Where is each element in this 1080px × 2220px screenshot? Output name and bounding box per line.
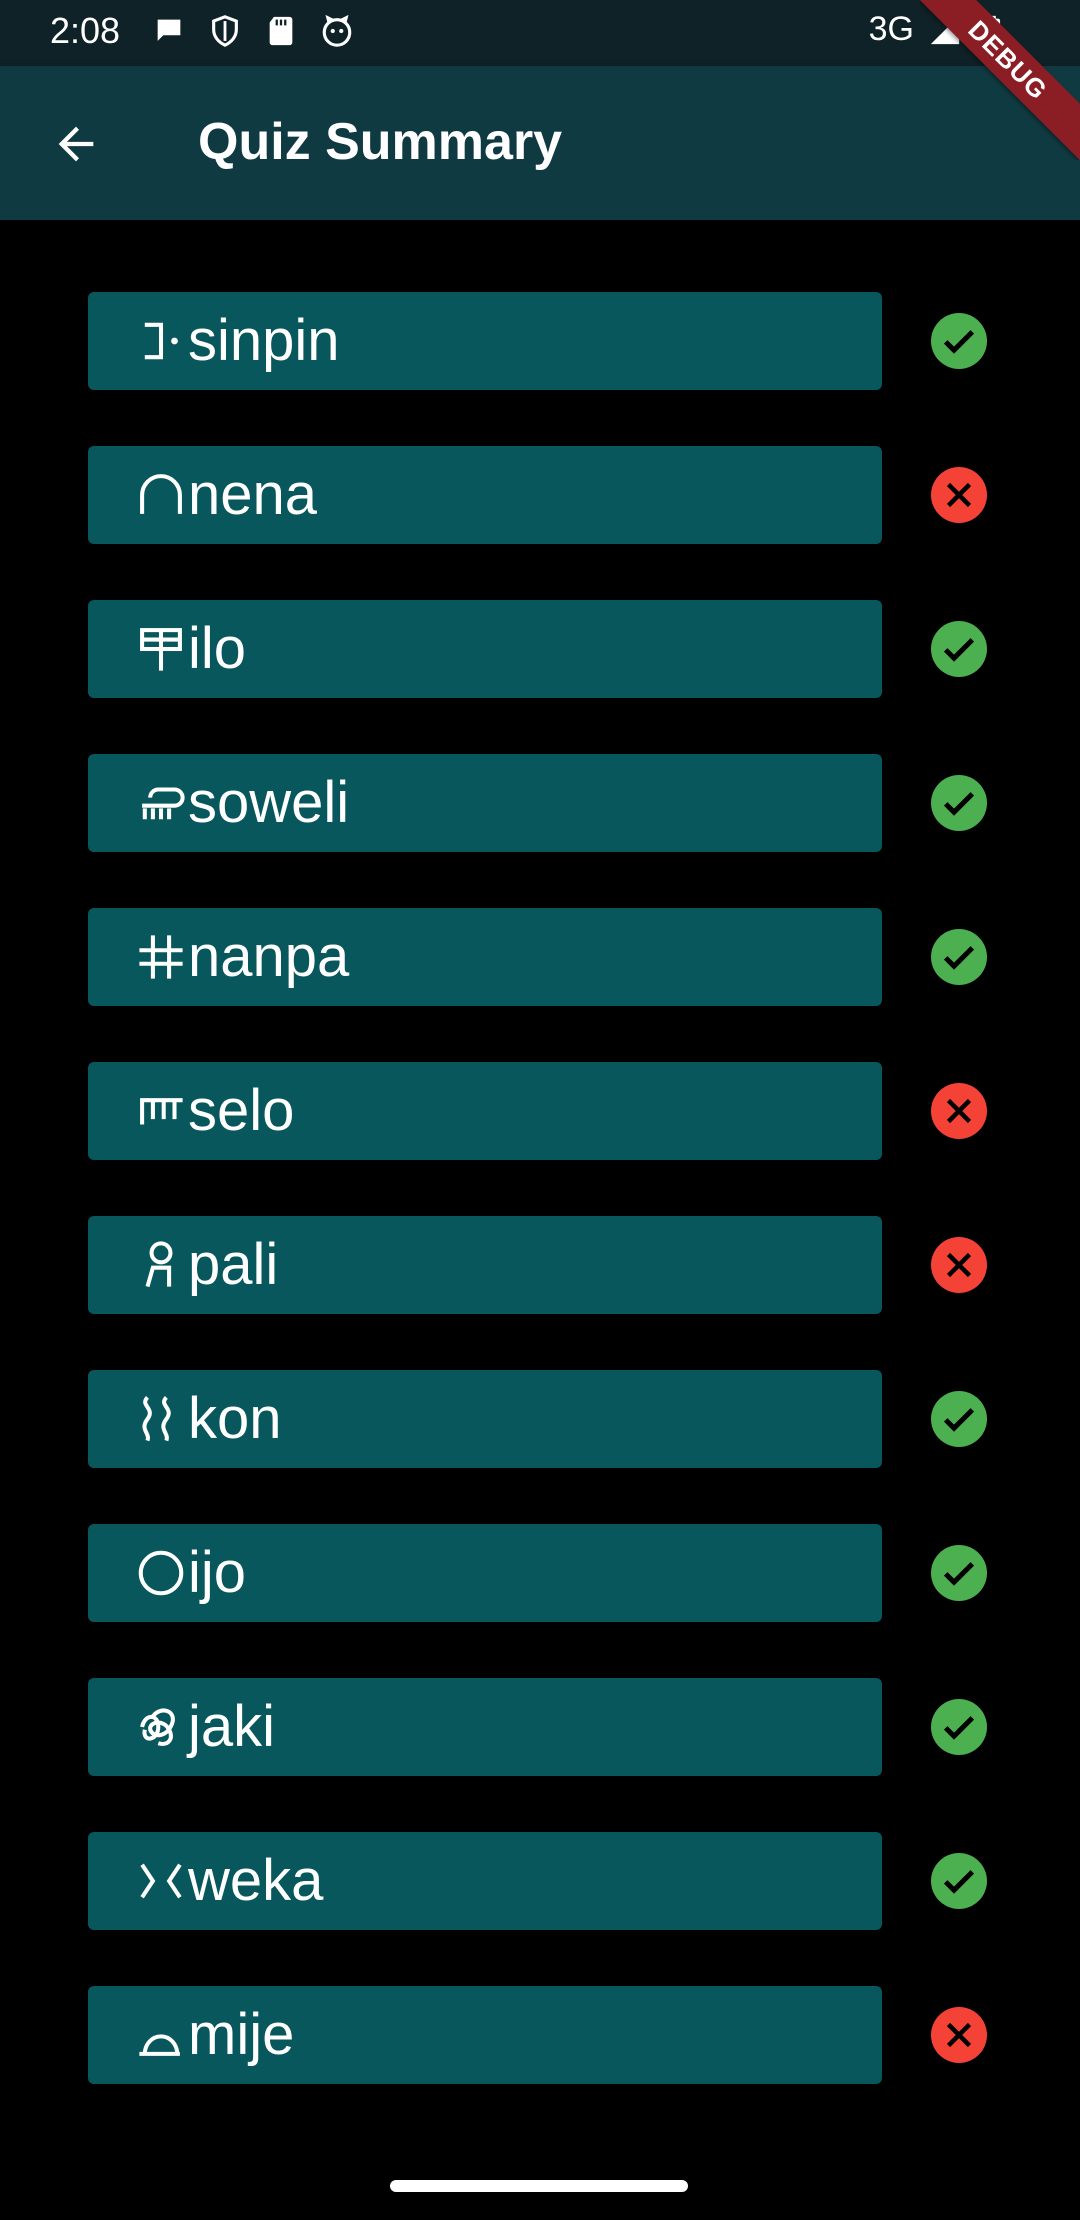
wrong-icon <box>931 2007 987 2063</box>
word-card[interactable]: ilo <box>88 600 882 698</box>
ijo-glyph-icon <box>138 1550 184 1596</box>
app-bar: Quiz Summary <box>0 66 1080 220</box>
word-card[interactable]: jaki <box>88 1678 882 1776</box>
ilo-glyph-icon <box>140 628 182 671</box>
status-icons-left <box>152 14 354 48</box>
pali-glyph-icon <box>145 1241 173 1288</box>
word-card[interactable]: pali <box>88 1216 882 1314</box>
sinpin-glyph-icon <box>144 322 178 360</box>
wrong-icon <box>931 1083 987 1139</box>
sd-card-icon <box>269 16 293 46</box>
correct-icon <box>931 1699 987 1755</box>
network-label: 3G <box>868 10 914 48</box>
word-card[interactable]: kon <box>88 1370 882 1468</box>
word-card[interactable]: ijo <box>88 1524 882 1622</box>
selo-glyph-icon <box>140 1098 183 1125</box>
quiz-row: jaki <box>0 1678 1080 1832</box>
quiz-row: nanpa <box>0 908 1080 1062</box>
kon-glyph-icon <box>142 1395 171 1442</box>
message-icon <box>157 19 181 41</box>
correct-icon <box>931 775 987 831</box>
quiz-word: pali <box>188 1232 279 1297</box>
quiz-word: nena <box>188 462 318 527</box>
wrong-icon <box>931 467 987 523</box>
correct-icon <box>931 1853 987 1909</box>
quiz-row: pali <box>0 1216 1080 1370</box>
mije-glyph-icon <box>139 2034 180 2056</box>
word-card[interactable]: nena <box>88 446 882 544</box>
quiz-row: ilo <box>0 600 1080 754</box>
back-button[interactable] <box>40 108 112 180</box>
quiz-word: ilo <box>188 616 247 681</box>
quiz-word: selo <box>188 1078 295 1143</box>
quiz-row: selo <box>0 1062 1080 1216</box>
jaki-glyph-icon <box>140 1708 175 1746</box>
word-card[interactable]: weka <box>88 1832 882 1930</box>
quiz-row: sinpin <box>0 292 1080 446</box>
quiz-word: weka <box>188 1848 324 1913</box>
quiz-word: jaki <box>188 1694 276 1759</box>
wrong-icon <box>931 1237 987 1293</box>
quiz-row: kon <box>0 1370 1080 1524</box>
quiz-word: soweli <box>188 770 350 835</box>
word-card[interactable]: sinpin <box>88 292 882 390</box>
word-card[interactable]: mije <box>88 1986 882 2084</box>
word-card[interactable]: selo <box>88 1062 882 1160</box>
quiz-word: sinpin <box>188 308 340 373</box>
correct-icon <box>931 929 987 985</box>
word-card[interactable]: nanpa <box>88 908 882 1006</box>
quiz-results-list: sinpin nena ilo soweli nanpa selo pali k… <box>0 292 1080 2140</box>
quiz-word: ijo <box>188 1540 247 1605</box>
arrow-back-icon <box>58 126 94 162</box>
quiz-word: kon <box>188 1386 282 1451</box>
soweli-glyph-icon <box>142 787 185 820</box>
weka-glyph-icon <box>140 1863 182 1899</box>
correct-icon <box>931 313 987 369</box>
nanpa-glyph-icon <box>139 935 183 979</box>
shield-icon <box>212 15 238 47</box>
cat-icon <box>322 14 352 47</box>
quiz-word: mije <box>188 2002 295 2067</box>
quiz-word: nanpa <box>188 924 350 989</box>
page-title: Quiz Summary <box>198 113 563 171</box>
status-bar: 2:08 3G <box>0 0 1080 66</box>
quiz-row: soweli <box>0 754 1080 908</box>
home-indicator[interactable] <box>390 2180 688 2192</box>
quiz-row: ijo <box>0 1524 1080 1678</box>
correct-icon <box>931 1391 987 1447</box>
quiz-row: nena <box>0 446 1080 600</box>
correct-icon <box>931 621 987 677</box>
debug-label: DEBUG <box>920 0 1080 160</box>
quiz-row: mije <box>0 1986 1080 2140</box>
debug-banner: DEBUG <box>920 0 1080 160</box>
correct-icon <box>931 1545 987 1601</box>
nena-glyph-icon <box>140 474 182 514</box>
status-time: 2:08 <box>50 10 121 51</box>
word-card[interactable]: soweli <box>88 754 882 852</box>
quiz-row: weka <box>0 1832 1080 1986</box>
